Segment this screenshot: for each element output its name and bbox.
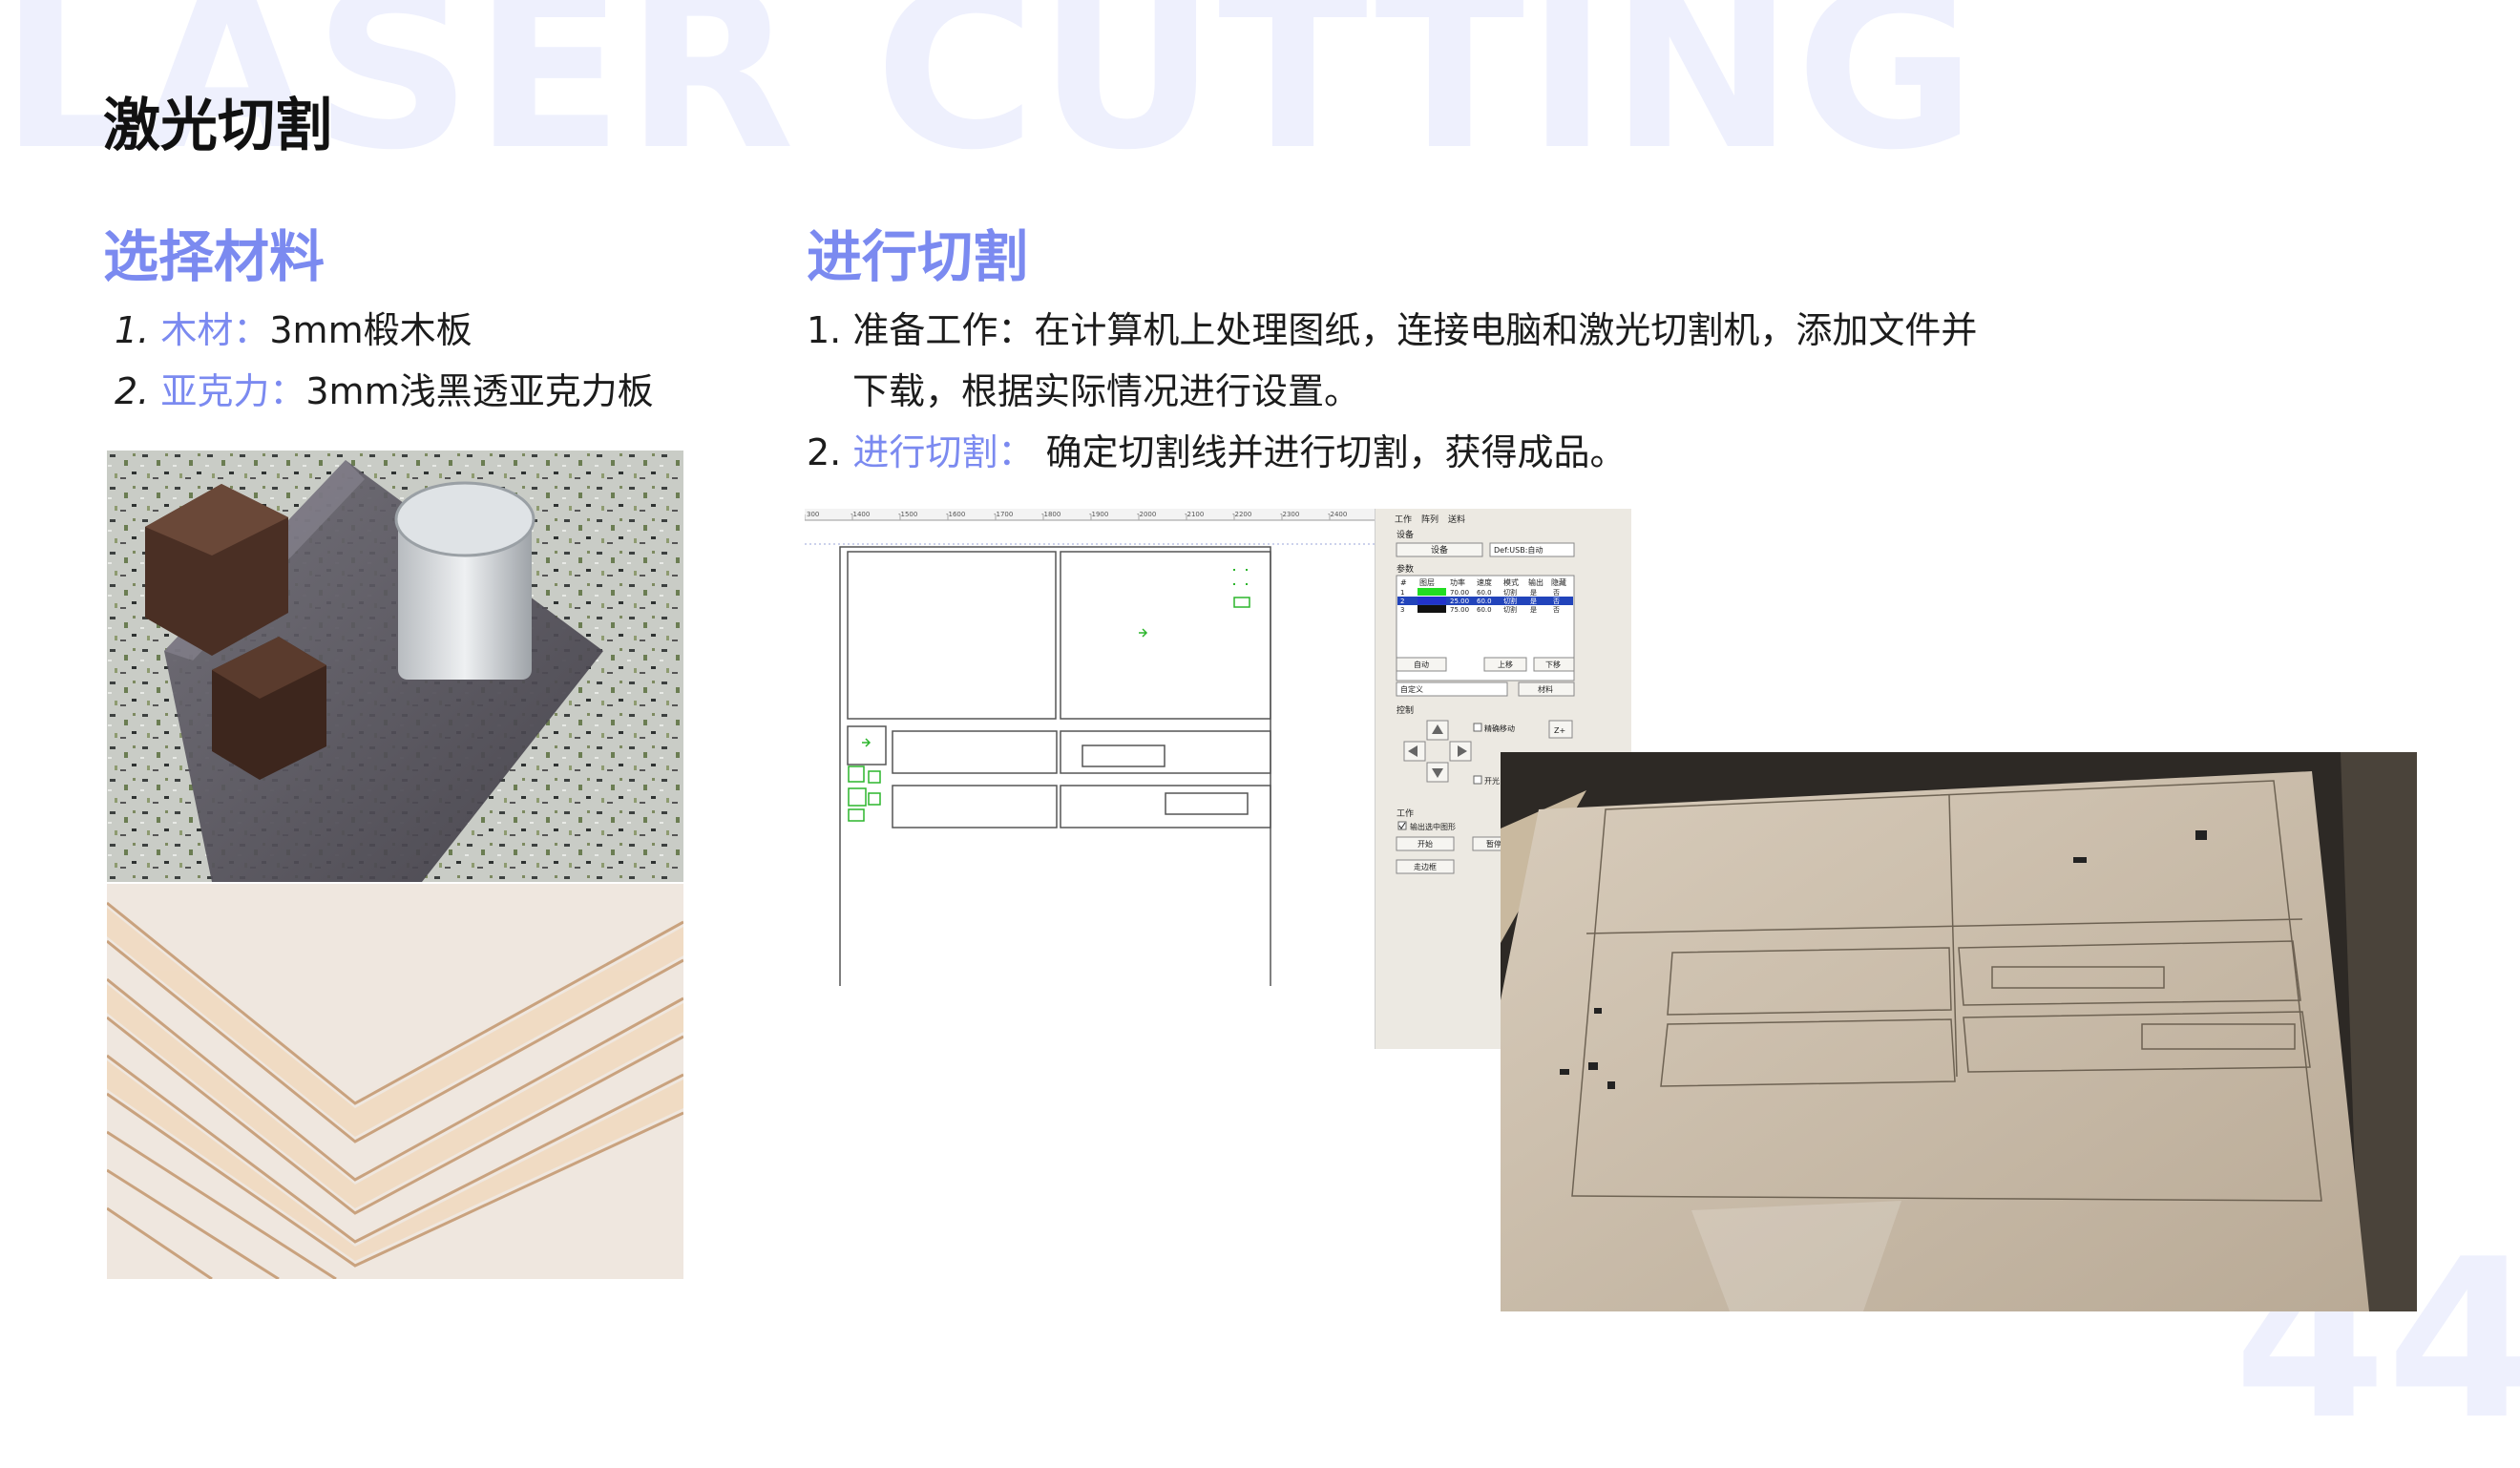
fine-move-checkbox[interactable] bbox=[1473, 723, 1482, 732]
material-button-label: 材料 bbox=[1538, 684, 1553, 694]
tab-feed[interactable]: 送料 bbox=[1448, 514, 1465, 525]
left-item-2-number: 2. bbox=[115, 370, 150, 412]
ruler-tick-0: 300 bbox=[807, 511, 819, 518]
right-item-1-number: 1. bbox=[807, 309, 842, 351]
layer-swatch-1 bbox=[1418, 588, 1446, 596]
right-item-1-text: 准备工作：在计算机上处理图纸，连接电脑和激光切割机，添加文件并 bbox=[852, 309, 1978, 351]
pause-button-label: 暂停 bbox=[1486, 839, 1502, 849]
table-row-3-mode: 切割 bbox=[1503, 605, 1517, 614]
ruler-tick-2: -1500 bbox=[898, 511, 917, 518]
layout-canvas: 300 -1400 -1500 -1600 -1700 -1800 -1900 … bbox=[805, 509, 1385, 986]
layer-swatch-3 bbox=[1418, 605, 1446, 613]
ruler-tick-6: -1900 bbox=[1089, 511, 1108, 518]
table-row-1-speed: 60.0 bbox=[1477, 589, 1492, 597]
laser-bed-photo bbox=[1501, 752, 2417, 1311]
section-device: 设备 bbox=[1396, 529, 1414, 540]
ruler-tick-3: -1600 bbox=[946, 511, 965, 518]
table-row-2-power: 25.00 bbox=[1450, 598, 1469, 605]
table-header-hide: 隐藏 bbox=[1551, 577, 1566, 587]
start-button-label: 开始 bbox=[1418, 839, 1433, 849]
table-row-2-output: 是 bbox=[1530, 598, 1537, 605]
table-header-power: 功率 bbox=[1450, 577, 1465, 587]
table-row-3-output: 是 bbox=[1530, 606, 1537, 614]
right-heading: 进行切割 bbox=[807, 224, 1029, 289]
table-row-2-speed: 60.0 bbox=[1477, 598, 1492, 605]
table-row-3-hide: 否 bbox=[1553, 606, 1560, 614]
plywood-photo bbox=[107, 884, 683, 1279]
left-item-1-text: 3mm椴木板 bbox=[269, 309, 472, 351]
tab-array[interactable]: 阵列 bbox=[1421, 514, 1438, 525]
tab-work[interactable]: 工作 bbox=[1395, 514, 1412, 525]
section-control: 控制 bbox=[1396, 704, 1414, 716]
table-row-2-mode: 切割 bbox=[1503, 597, 1517, 605]
ruler-tick-9: -2200 bbox=[1232, 511, 1251, 518]
table-row-1-mode: 切割 bbox=[1503, 588, 1517, 597]
z-up-label: Z+ bbox=[1554, 726, 1565, 735]
right-item-2-number: 2. bbox=[807, 431, 842, 473]
custom-select-value: 自定义 bbox=[1400, 684, 1423, 694]
left-item-1-label: 木材： bbox=[160, 309, 270, 351]
ruler-tick-11: -2400 bbox=[1328, 511, 1347, 518]
move-up-label: 上移 bbox=[1498, 660, 1513, 669]
laser-on-label: 开光 bbox=[1484, 776, 1500, 786]
left-item-1: 1. 木材：3mm椴木板 bbox=[115, 312, 472, 348]
ruler-tick-1: -1400 bbox=[850, 511, 870, 518]
table-header-speed: 速度 bbox=[1477, 577, 1492, 587]
table-row-3-num: 3 bbox=[1400, 606, 1404, 614]
layer-swatch-2 bbox=[1418, 597, 1446, 604]
frame-button-label: 走边框 bbox=[1414, 862, 1437, 871]
table-header-mode: 模式 bbox=[1503, 577, 1519, 587]
device-button-label: 设备 bbox=[1431, 544, 1448, 556]
right-item-1-line1: 1. 准备工作：在计算机上处理图纸，连接电脑和激光切割机，添加文件并 bbox=[807, 312, 1977, 348]
table-row-1-hide: 否 bbox=[1553, 589, 1560, 597]
ruler-tick-4: -1700 bbox=[994, 511, 1013, 518]
left-item-2-label: 亚克力： bbox=[160, 370, 306, 412]
page-title: 激光切割 bbox=[103, 93, 332, 159]
device-select-value: Def:USB:自动 bbox=[1494, 545, 1543, 555]
left-item-2-text: 3mm浅黑透亚克力板 bbox=[305, 370, 654, 412]
table-row-1-num: 1 bbox=[1400, 589, 1404, 597]
left-heading: 选择材料 bbox=[103, 224, 326, 289]
output-selected-label: 输出选中图形 bbox=[1410, 822, 1456, 831]
left-item-1-number: 1. bbox=[115, 309, 150, 351]
ruler-tick-8: -2100 bbox=[1185, 511, 1204, 518]
table-row-1-power: 70.00 bbox=[1450, 589, 1469, 597]
ruler-tick-10: -2300 bbox=[1280, 511, 1299, 518]
table-row-3-power: 75.00 bbox=[1450, 606, 1469, 614]
table-row-3-speed: 60.0 bbox=[1477, 606, 1492, 614]
left-item-2: 2. 亚克力：3mm浅黑透亚克力板 bbox=[115, 373, 654, 409]
section-work: 工作 bbox=[1396, 807, 1414, 819]
table-row-2-num: 2 bbox=[1400, 598, 1404, 605]
auto-button-label: 自动 bbox=[1414, 660, 1429, 669]
move-down-label: 下移 bbox=[1545, 660, 1561, 669]
table-header-num: # bbox=[1400, 578, 1407, 587]
ruler-tick-5: -1800 bbox=[1041, 511, 1060, 518]
table-row-1-output: 是 bbox=[1530, 589, 1537, 597]
acrylic-photo bbox=[107, 451, 683, 882]
right-item-2: 2. 进行切割： 确定切割线并进行切割，获得成品。 bbox=[807, 434, 1626, 471]
section-params: 参数 bbox=[1396, 563, 1414, 575]
layout-canvas-screenshot: 300 -1400 -1500 -1600 -1700 -1800 -1900 … bbox=[805, 509, 1385, 986]
table-header-output: 输出 bbox=[1528, 577, 1544, 587]
table-row-2-hide: 否 bbox=[1553, 598, 1560, 605]
right-item-2-text: 确定切割线并进行切割，获得成品。 bbox=[1034, 431, 1627, 473]
fine-move-label: 精确移动 bbox=[1484, 724, 1515, 733]
right-item-2-label: 进行切割： bbox=[852, 431, 1035, 473]
laser-on-checkbox[interactable] bbox=[1473, 775, 1482, 785]
table-header-layer: 图层 bbox=[1419, 578, 1435, 587]
ruler-tick-7: -2000 bbox=[1137, 511, 1156, 518]
right-item-1-line2: 下载，根据实际情况进行设置。 bbox=[852, 370, 1361, 412]
